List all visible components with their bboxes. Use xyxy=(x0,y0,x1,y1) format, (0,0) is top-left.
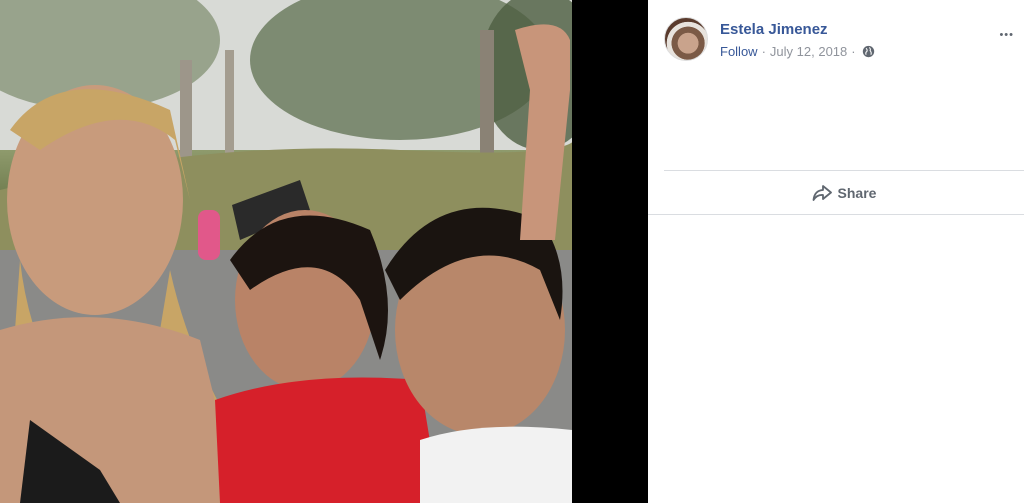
post-photo[interactable] xyxy=(0,0,572,503)
meta-separator: · xyxy=(761,44,766,59)
post-meta: Follow · July 12, 2018 · xyxy=(720,44,875,59)
photo-illustration xyxy=(0,0,572,503)
post-header: Estela Jimenez Follow · July 12, 2018 · xyxy=(664,17,1014,63)
divider-bottom xyxy=(648,214,1024,215)
share-button[interactable]: Share xyxy=(664,171,1024,214)
follow-link[interactable]: Follow xyxy=(720,44,758,59)
share-label: Share xyxy=(837,184,877,201)
globe-icon[interactable] xyxy=(862,45,875,58)
author-name-link[interactable]: Estela Jimenez xyxy=(720,21,828,38)
share-arrow-icon xyxy=(812,184,832,201)
post-date[interactable]: July 12, 2018 xyxy=(770,44,847,59)
post-side-panel: Estela Jimenez Follow · July 12, 2018 · … xyxy=(648,0,1024,503)
photo-viewer xyxy=(0,0,648,503)
more-options-icon[interactable] xyxy=(999,27,1014,40)
meta-separator-2: · xyxy=(851,44,856,59)
author-avatar[interactable] xyxy=(664,17,708,61)
